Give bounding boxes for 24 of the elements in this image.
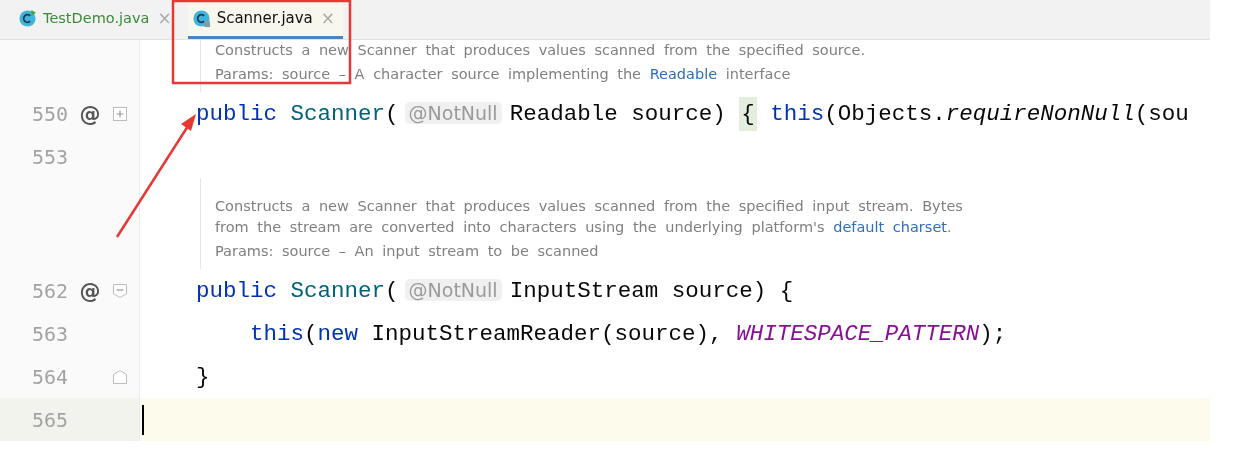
code-line: this(new InputStreamReader(source), WHITESPACE_PATTERN);	[249, 320, 1007, 347]
doc-text: Params: source – A character source implementing the Readable interface	[215, 65, 792, 84]
class-file-icon	[18, 8, 37, 28]
line-number: 565	[30, 407, 68, 432]
line-number: 563	[30, 321, 68, 346]
class-file-icon	[191, 8, 211, 28]
doc-text: Constructs a new Scanner that produces values scanned from the specified input stream. Bytes from the stream are converted into characters using the underlying platform's default charset.	[215, 197, 964, 237]
collapse-icon[interactable]	[112, 282, 128, 299]
doc-link[interactable]: default charset	[833, 219, 947, 235]
line-number: 550	[30, 101, 68, 126]
fold-end-icon[interactable]	[112, 368, 128, 385]
expand-icon[interactable]	[112, 105, 128, 122]
file-tab[interactable]: Scanner.java ×	[187, 0, 344, 39]
code-line: public Scanner( @NotNull InputStream source) {	[196, 277, 794, 304]
doc-text: Constructs a new Scanner that produces values scanned from the specified source.	[215, 41, 866, 60]
annotation-marker[interactable]: @	[79, 278, 101, 303]
line-number: 553	[30, 144, 68, 169]
annotation-marker[interactable]: @	[79, 101, 101, 126]
line-number: 562	[30, 278, 68, 303]
file-tab[interactable]: TestDemo.java ×	[14, 0, 174, 39]
doc-text: Params: source – An input stream to be scanned	[215, 242, 600, 261]
line-number: 564	[30, 364, 68, 389]
code-line: }	[196, 363, 210, 390]
doc-link[interactable]: Readable	[649, 66, 718, 82]
